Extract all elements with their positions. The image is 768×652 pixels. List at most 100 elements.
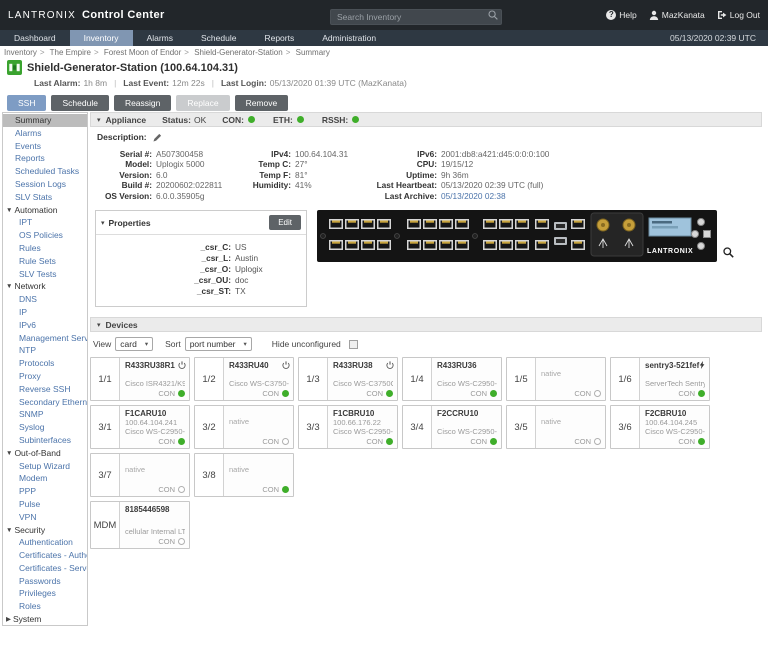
- sidebar-item-summary[interactable]: Summary: [3, 114, 87, 127]
- sidebar-item-ppp[interactable]: PPP: [3, 485, 87, 498]
- sidebar-item-rule-sets[interactable]: Rule Sets: [3, 255, 87, 268]
- device-card-1-1[interactable]: 1/1 R433RU38R1 Cisco ISR4321/K9 1... CON: [90, 357, 190, 402]
- sidebar-item-authentication[interactable]: Authentication: [3, 536, 87, 549]
- sidebar-item-slv-tests[interactable]: SLV Tests: [3, 268, 87, 281]
- sidebar-item-system[interactable]: ▶ System: [3, 613, 87, 625]
- nav-tab-dashboard[interactable]: Dashboard: [0, 30, 70, 46]
- sidebar-item-events[interactable]: Events: [3, 140, 87, 153]
- sidebar-item-rules[interactable]: Rules: [3, 242, 87, 255]
- breadcrumb-item-forest-moon-of-endor[interactable]: Forest Moon of Endor: [104, 48, 181, 57]
- sidebar-item-alarms[interactable]: Alarms: [3, 127, 87, 140]
- sidebar-item-certificates-server[interactable]: Certificates - Server: [3, 562, 87, 575]
- device-card-3-8[interactable]: 3/8 native CON: [194, 453, 294, 498]
- breadcrumb-item-summary[interactable]: Summary: [296, 48, 330, 57]
- sidebar-item-automation[interactable]: ▼ Automation: [3, 204, 87, 217]
- sidebar-item-reverse-ssh[interactable]: Reverse SSH: [3, 383, 87, 396]
- search-input[interactable]: [330, 9, 502, 25]
- sidebar-item-secondary-ethernet[interactable]: Secondary Ethernet: [3, 396, 87, 409]
- view-select[interactable]: card ▾: [115, 337, 154, 352]
- sidebar-item-snmp[interactable]: SNMP: [3, 408, 87, 421]
- sidebar-item-passwords[interactable]: Passwords: [3, 575, 87, 588]
- field-label: Last Archive:: [384, 190, 437, 201]
- action-button-ssh[interactable]: SSH: [7, 95, 47, 111]
- sidebar-item-privileges[interactable]: Privileges: [3, 587, 87, 600]
- sidebar-item-vpn[interactable]: VPN: [3, 511, 87, 524]
- hide-unconfigured-checkbox[interactable]: [348, 339, 358, 349]
- device-ip: 100.66.176.22: [333, 418, 381, 428]
- meta-label: Last Alarm:: [34, 78, 81, 88]
- nav-tab-schedule[interactable]: Schedule: [187, 30, 250, 46]
- sidebar-item-out-of-band[interactable]: ▼ Out-of-Band: [3, 447, 87, 460]
- help-button[interactable]: ? Help: [606, 10, 637, 20]
- collapse-arrow-icon: ▾: [101, 219, 105, 227]
- nav-tab-inventory[interactable]: Inventory: [69, 30, 133, 46]
- sidebar-item-proxy[interactable]: Proxy: [3, 370, 87, 383]
- device-card-1-5[interactable]: 1/5 native CON: [506, 357, 606, 402]
- nav-tab-alarms[interactable]: Alarms: [133, 30, 187, 46]
- sidebar-item-ipv6[interactable]: IPv6: [3, 319, 87, 332]
- power-icon[interactable]: [386, 361, 394, 369]
- action-button-replace[interactable]: Replace: [176, 95, 230, 111]
- con-label: CON: [366, 437, 383, 447]
- device-card-1-6[interactable]: 1/6 sentry3-521fef ServerTech Sentry S..…: [610, 357, 710, 402]
- search-icon[interactable]: [488, 10, 498, 20]
- device-card-3-7[interactable]: 3/7 native CON: [90, 453, 190, 498]
- con-label: CON: [262, 437, 279, 447]
- appliance-panel-header[interactable]: ▾ Appliance Status: OK CON: ETH: RSSH:: [90, 112, 762, 127]
- device-card-3-6[interactable]: 3/6 F2CBRU10 100.64.104.245 Cisco WS-C29…: [610, 405, 710, 450]
- user-menu[interactable]: MazKanata: [649, 10, 705, 20]
- sidebar-item-certificates-authority[interactable]: Certificates - Authority: [3, 549, 87, 562]
- breadcrumb-item-the-empire[interactable]: The Empire: [50, 48, 91, 57]
- power-icon[interactable]: [178, 361, 186, 369]
- sidebar-item-ntp[interactable]: NTP: [3, 344, 87, 357]
- action-button-schedule[interactable]: Schedule: [51, 95, 109, 111]
- sidebar-item-modem[interactable]: Modem: [3, 472, 87, 485]
- device-card-mdm[interactable]: MDM 8185446598 cellular Internal LTE CON: [90, 501, 190, 550]
- sidebar-item-session-logs[interactable]: Session Logs: [3, 178, 87, 191]
- sidebar-item-reports[interactable]: Reports: [3, 152, 87, 165]
- property-value: doc: [235, 275, 249, 286]
- description-label: Description:: [97, 132, 147, 142]
- action-button-reassign[interactable]: Reassign: [113, 95, 172, 111]
- sidebar-item-network[interactable]: ▼ Network: [3, 280, 87, 293]
- devices-panel-header[interactable]: ▾ Devices: [90, 317, 762, 333]
- device-card-1-4[interactable]: 1/4 R433RU36 Cisco WS-C2950-24... CON: [402, 357, 502, 402]
- device-card-3-5[interactable]: 3/5 native CON: [506, 405, 606, 450]
- sidebar-item-dns[interactable]: DNS: [3, 293, 87, 306]
- sidebar-item-ip[interactable]: IP: [3, 306, 87, 319]
- action-button-remove[interactable]: Remove: [234, 95, 289, 111]
- appliance-photo: LANTRONIX: [317, 210, 734, 267]
- sidebar-item-protocols[interactable]: Protocols: [3, 357, 87, 370]
- sidebar-item-ipt[interactable]: IPT: [3, 216, 87, 229]
- sidebar-item-roles[interactable]: Roles: [3, 600, 87, 613]
- sidebar-item-management-server[interactable]: Management Server: [3, 332, 87, 345]
- nav-tab-administration[interactable]: Administration: [308, 30, 390, 46]
- device-card-1-2[interactable]: 1/2 R433RU40 Cisco WS-C3750-48... CON: [194, 357, 294, 402]
- sidebar-item-os-policies[interactable]: OS Policies: [3, 229, 87, 242]
- sidebar-item-scheduled-tasks[interactable]: Scheduled Tasks: [3, 165, 87, 178]
- sidebar-item-subinterfaces[interactable]: Subinterfaces: [3, 434, 87, 447]
- logout-button[interactable]: Log Out: [717, 10, 760, 20]
- field-label: Serial #:: [119, 149, 152, 159]
- breadcrumb-item-inventory[interactable]: Inventory: [4, 48, 37, 57]
- device-card-3-2[interactable]: 3/2 native CON: [194, 405, 294, 450]
- sidebar-item-setup-wizard[interactable]: Setup Wizard: [3, 460, 87, 473]
- edit-pencil-icon[interactable]: [153, 133, 162, 142]
- properties-title: Properties: [108, 217, 151, 228]
- sort-select[interactable]: port number ▾: [184, 337, 252, 352]
- power-icon[interactable]: [282, 361, 290, 369]
- device-card-1-3[interactable]: 1/3 R433RU38 Cisco WS-C3750G-... CON: [298, 357, 398, 402]
- sidebar-item-label: Rules: [19, 242, 41, 253]
- sidebar-item-slv-stats[interactable]: SLV Stats: [3, 191, 87, 204]
- breadcrumb-item-shield-generator-station[interactable]: Shield-Generator-Station: [194, 48, 283, 57]
- device-card-3-3[interactable]: 3/3 F1CBRU10 100.66.176.22 Cisco WS-C295…: [298, 405, 398, 450]
- device-card-3-4[interactable]: 3/4 F2CCRU10 Cisco WS-C2950-12... CON: [402, 405, 502, 450]
- nav-tab-reports[interactable]: Reports: [250, 30, 308, 46]
- edit-button[interactable]: Edit: [269, 215, 301, 231]
- sidebar-item-pulse[interactable]: Pulse: [3, 498, 87, 511]
- sidebar-item-syslog[interactable]: Syslog: [3, 421, 87, 434]
- sidebar-item-security[interactable]: ▼ Security: [3, 524, 87, 537]
- device-card-3-1[interactable]: 3/1 F1CARU10 100.64.104.241 Cisco WS-C29…: [90, 405, 190, 450]
- power-bolt-icon[interactable]: [698, 361, 706, 370]
- zoom-image-icon[interactable]: [723, 247, 734, 258]
